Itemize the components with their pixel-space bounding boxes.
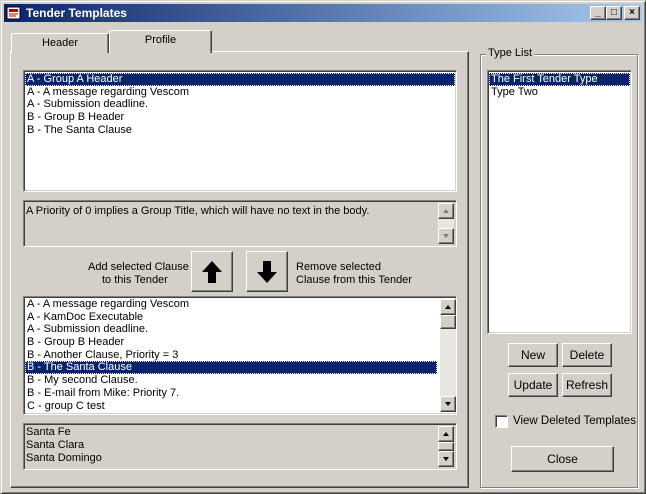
- scroll-thumb[interactable]: [438, 442, 454, 451]
- chevron-down-icon: [445, 402, 451, 406]
- type-list[interactable]: The First Tender Type Type Two: [487, 70, 632, 334]
- close-button-label: Close: [547, 452, 578, 466]
- scroll-down-button[interactable]: [438, 451, 454, 467]
- remove-clause-button[interactable]: [246, 251, 288, 292]
- list-item[interactable]: Type Two: [489, 86, 630, 99]
- new-button-label: New: [520, 348, 545, 362]
- list-item[interactable]: A - Group A Header: [25, 73, 455, 86]
- list-item[interactable]: B - Group B Header: [25, 111, 455, 124]
- maximize-button[interactable]: □: [606, 6, 622, 20]
- add-clause-label-line1: Add selected Clause: [88, 261, 189, 273]
- arrow-down-icon: [257, 260, 277, 283]
- text-line: Santa Clara: [26, 439, 85, 451]
- update-button-label: Update: [513, 378, 553, 392]
- chevron-down-icon: [443, 457, 449, 461]
- list-item[interactable]: A - Submission deadline.: [25, 98, 455, 111]
- chevron-up-icon: [443, 432, 449, 436]
- tender-clauses-list[interactable]: A - Group A Header A - A message regardi…: [23, 70, 457, 192]
- delete-button-label: Delete: [569, 348, 605, 362]
- close-button[interactable]: Close: [511, 446, 614, 472]
- list-item[interactable]: B - Group B Header: [25, 336, 437, 349]
- list-item[interactable]: A - KamDoc Executable: [25, 311, 437, 324]
- scroll-up-button[interactable]: [440, 299, 456, 315]
- chevron-up-icon: [445, 305, 451, 309]
- delete-button[interactable]: Delete: [562, 343, 612, 367]
- clause-description-text[interactable]: A Priority of 0 implies a Group Title, w…: [23, 200, 457, 247]
- description-text: A Priority of 0 implies a Group Title, w…: [26, 205, 370, 217]
- close-window-button[interactable]: ×: [624, 6, 640, 20]
- tab-header[interactable]: Header: [11, 33, 109, 53]
- chevron-up-icon: [443, 209, 449, 213]
- close-icon: ×: [629, 7, 635, 18]
- title-bar[interactable]: Tender Templates _ □ ×: [4, 4, 642, 22]
- view-deleted-checkbox[interactable]: [495, 415, 508, 428]
- scroll-down-button[interactable]: [438, 228, 454, 244]
- remove-clause-label-line2: Clause from this Tender: [296, 274, 412, 286]
- list-item[interactable]: The First Tender Type: [489, 73, 630, 86]
- add-clause-label-line2: to this Tender: [102, 274, 168, 286]
- text-line: Santa Fe: [26, 426, 71, 438]
- location-text[interactable]: Santa Fe Santa Clara Santa Domingo: [23, 423, 457, 470]
- tab-profile[interactable]: Profile: [109, 30, 212, 53]
- app-icon: [6, 6, 21, 20]
- scroll-thumb[interactable]: [440, 315, 456, 329]
- refresh-button-label: Refresh: [565, 378, 609, 392]
- description-scrollbar[interactable]: [438, 203, 454, 244]
- available-clauses-scrollbar[interactable]: [440, 299, 456, 412]
- tender-templates-window: Tender Templates _ □ × Header Profile A …: [0, 0, 646, 494]
- tab-header-label: Header: [41, 37, 79, 49]
- minimize-button[interactable]: _: [590, 6, 606, 20]
- scroll-up-button[interactable]: [438, 426, 454, 442]
- arrow-up-icon: [202, 260, 222, 283]
- chevron-down-icon: [443, 234, 449, 238]
- list-item[interactable]: A - Submission deadline.: [25, 323, 437, 336]
- list-item[interactable]: B - The Santa Clause: [25, 361, 437, 375]
- remove-clause-label-line1: Remove selected: [296, 261, 381, 273]
- list-item[interactable]: B - The Santa Clause: [25, 124, 455, 137]
- refresh-button[interactable]: Refresh: [562, 373, 612, 397]
- scroll-down-button[interactable]: [440, 396, 456, 412]
- scroll-up-button[interactable]: [438, 203, 454, 219]
- type-list-title: Type List: [486, 47, 535, 59]
- list-item[interactable]: A - A message regarding Vescom: [25, 86, 455, 99]
- new-button[interactable]: New: [508, 343, 558, 367]
- text-line: Santa Domingo: [26, 452, 102, 464]
- maximize-icon: □: [610, 7, 618, 18]
- minimize-icon: _: [595, 7, 601, 18]
- list-item[interactable]: B - My second Clause.: [25, 374, 437, 387]
- list-item[interactable]: B - Another Clause, Priority = 3: [25, 349, 437, 362]
- window-title: Tender Templates: [26, 6, 127, 20]
- list-item[interactable]: A - A message regarding Vescom: [25, 298, 437, 311]
- add-clause-button[interactable]: [191, 251, 233, 292]
- list-item[interactable]: C - group C test: [25, 400, 437, 413]
- location-scrollbar[interactable]: [438, 426, 454, 467]
- available-clauses-list[interactable]: A - A message regarding Vescom A - KamDo…: [23, 296, 457, 415]
- tab-profile-label: Profile: [144, 34, 177, 46]
- list-item[interactable]: B - E-mail from Mike: Priority 7.: [25, 387, 437, 400]
- update-button[interactable]: Update: [508, 373, 558, 397]
- view-deleted-label[interactable]: View Deleted Templates: [513, 415, 636, 427]
